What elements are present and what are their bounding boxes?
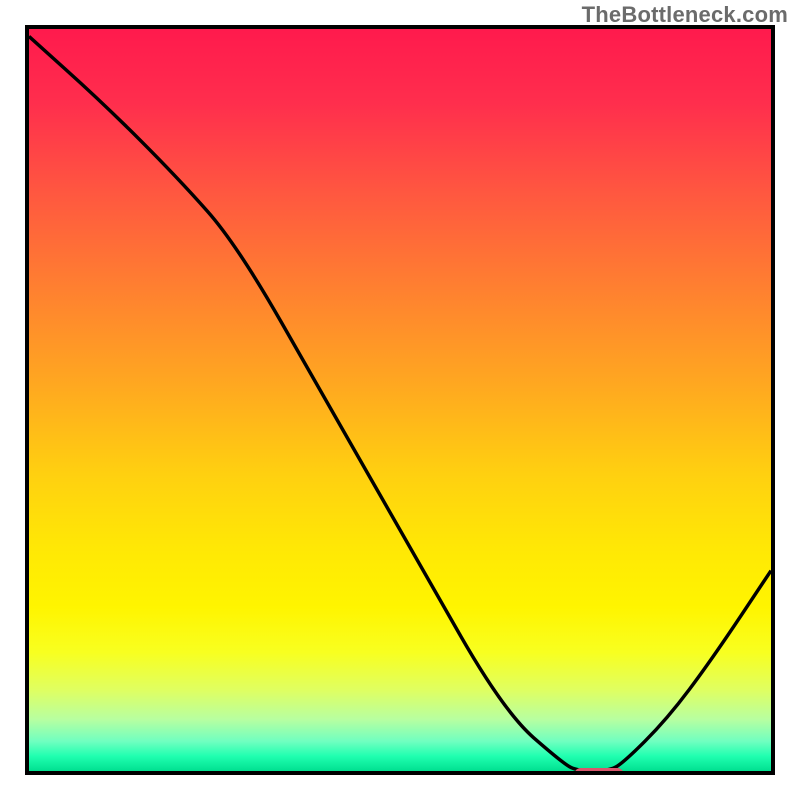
chart-container: TheBottleneck.com [0,0,800,800]
plot-area [25,25,775,775]
bottleneck-curve [29,36,771,771]
optimal-marker [574,768,624,775]
curve-svg [29,29,771,771]
